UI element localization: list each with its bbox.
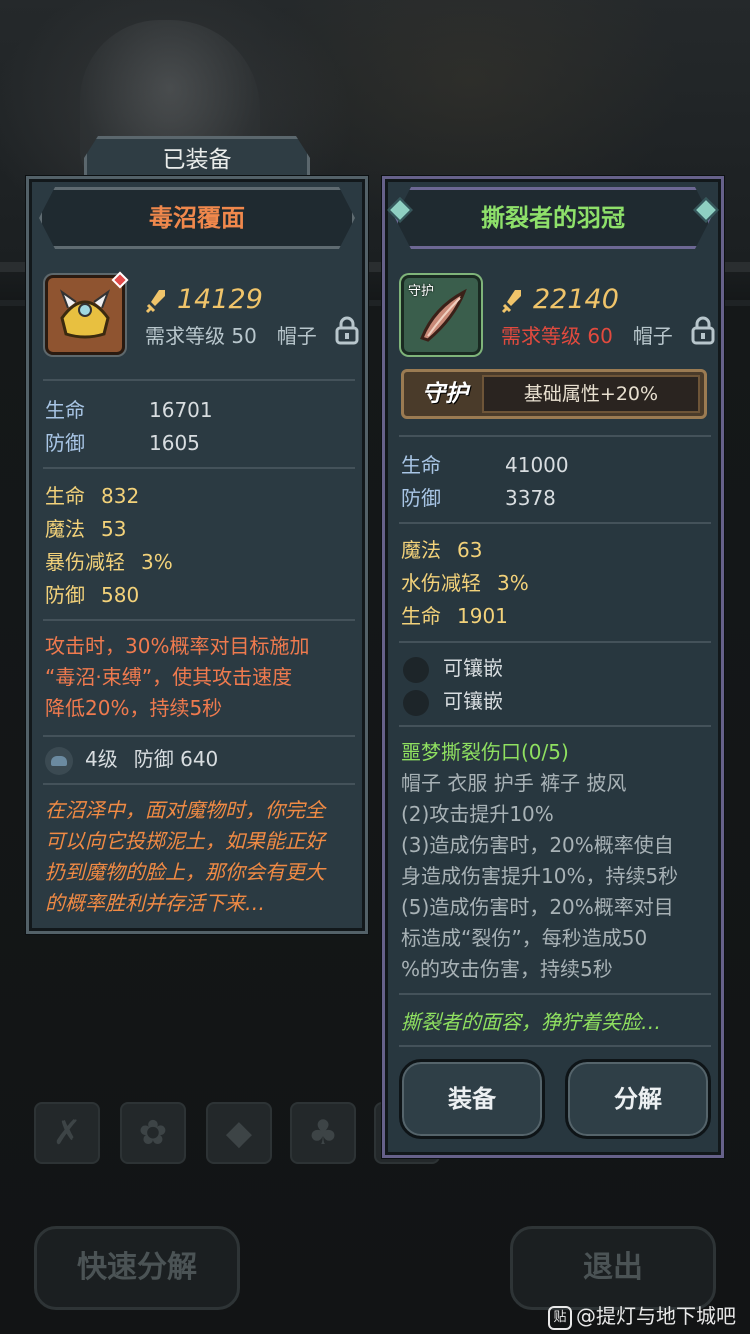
equip-button[interactable]: 装备 bbox=[399, 1059, 545, 1139]
item-icon bbox=[45, 271, 129, 355]
extra-stat: 生命 832 bbox=[45, 484, 140, 508]
power-score-value: 22140 bbox=[533, 284, 619, 315]
flavor-text: 撕裂者的面容，狰狞着笑脸… bbox=[401, 1010, 661, 1034]
divider bbox=[43, 379, 355, 381]
required-level: 需求等级 50 bbox=[145, 324, 257, 348]
gem-category-icon: ◆ bbox=[206, 1102, 272, 1164]
extra-stat: 魔法 63 bbox=[401, 538, 483, 562]
socket-icon bbox=[403, 656, 429, 683]
equipped-tab: 已装备 bbox=[84, 136, 310, 180]
special-effect-text: 攻击时，30%概率对目标施加 “毒沼·束缚”，使其攻击速度 降低20%，持续5秒 bbox=[45, 634, 310, 720]
guard-affix-badge: 守护 基础属性+20% bbox=[401, 369, 707, 419]
divider bbox=[399, 435, 711, 437]
socket-icon bbox=[403, 689, 429, 716]
extra-stat: 水伤减轻 3% bbox=[401, 571, 529, 595]
base-stat-hp: 生命 41000 bbox=[401, 453, 569, 477]
base-stat-hp: 生命 16701 bbox=[45, 398, 213, 422]
flavor-text: 在沼泽中，面对魔物时，你完全 可以向它投掷泥土，如果能正好 扔到魔物的脸上，那你… bbox=[45, 798, 325, 915]
requirement-row: 需求等级 50 帽子 bbox=[145, 321, 317, 351]
base-stat-def: 防御 1605 bbox=[45, 431, 200, 455]
divider bbox=[43, 735, 355, 737]
extra-stat: 防御 580 bbox=[45, 583, 140, 607]
extra-stat: 暴伤减轻 3% bbox=[45, 550, 173, 574]
pet-category-icon: ✿ bbox=[120, 1102, 186, 1164]
divider bbox=[399, 725, 711, 727]
new-item-panel: 撕裂者的羽冠 守护 22140 需求等级 60 帽子 守护 基础属性+20% 生命… bbox=[382, 176, 724, 1158]
inlaid-gem: 4级 防御 640 bbox=[45, 743, 218, 775]
equipped-item-panel: 毒沼覆面 14129 需求等级 50 帽子 生命 16701 防御 1605 生命 83… bbox=[26, 176, 368, 934]
empty-socket: 可镶嵌 bbox=[403, 686, 503, 716]
lock-icon[interactable] bbox=[335, 315, 359, 345]
item-slot: 帽子 bbox=[632, 324, 673, 348]
empty-socket: 可镶嵌 bbox=[403, 653, 503, 683]
item-icon: 守护 bbox=[401, 275, 481, 355]
divider bbox=[43, 467, 355, 469]
item-title: 撕裂者的羽冠 bbox=[395, 187, 711, 249]
sword-icon bbox=[145, 289, 165, 313]
extra-stat: 生命 1901 bbox=[401, 604, 508, 628]
guard-tag: 守护 bbox=[408, 284, 435, 299]
tieba-icon: 贴 bbox=[548, 1305, 572, 1330]
material-category-icon: ♣ bbox=[290, 1102, 356, 1164]
requirement-row: 需求等级 60 帽子 bbox=[501, 321, 673, 351]
set-bonus-title: 噩梦撕裂伤口(0/5) bbox=[401, 740, 569, 764]
divider bbox=[43, 783, 355, 785]
watermark: 贴 @提灯与地下城吧 bbox=[548, 1300, 736, 1330]
base-stat-def: 防御 3378 bbox=[401, 486, 556, 510]
divider bbox=[43, 619, 355, 621]
divider bbox=[399, 522, 711, 524]
exit-button[interactable]: 退出 bbox=[510, 1226, 716, 1310]
item-title: 毒沼覆面 bbox=[39, 187, 355, 249]
dismantle-button[interactable]: 分解 bbox=[565, 1059, 711, 1139]
gem-icon bbox=[45, 746, 73, 775]
power-score: 14129 bbox=[145, 283, 263, 317]
extra-stat: 魔法 53 bbox=[45, 517, 127, 541]
divider bbox=[399, 993, 711, 995]
helmet-icon bbox=[59, 289, 111, 339]
item-slot: 帽子 bbox=[276, 324, 317, 348]
weapon-category-icon: ✗ bbox=[34, 1102, 100, 1164]
sword-icon bbox=[501, 289, 521, 313]
power-score-value: 14129 bbox=[177, 284, 263, 315]
divider bbox=[399, 1045, 711, 1047]
quick-dismantle-button[interactable]: 快速分解 bbox=[34, 1226, 240, 1310]
set-bonus-text: 帽子 衣服 护手 裤子 披风 (2)攻击提升10% (3)造成伤害时，20%概率… bbox=[401, 771, 679, 981]
divider bbox=[399, 641, 711, 643]
power-score: 22140 bbox=[501, 283, 619, 317]
lock-icon[interactable] bbox=[691, 315, 715, 345]
required-level: 需求等级 60 bbox=[501, 324, 613, 348]
